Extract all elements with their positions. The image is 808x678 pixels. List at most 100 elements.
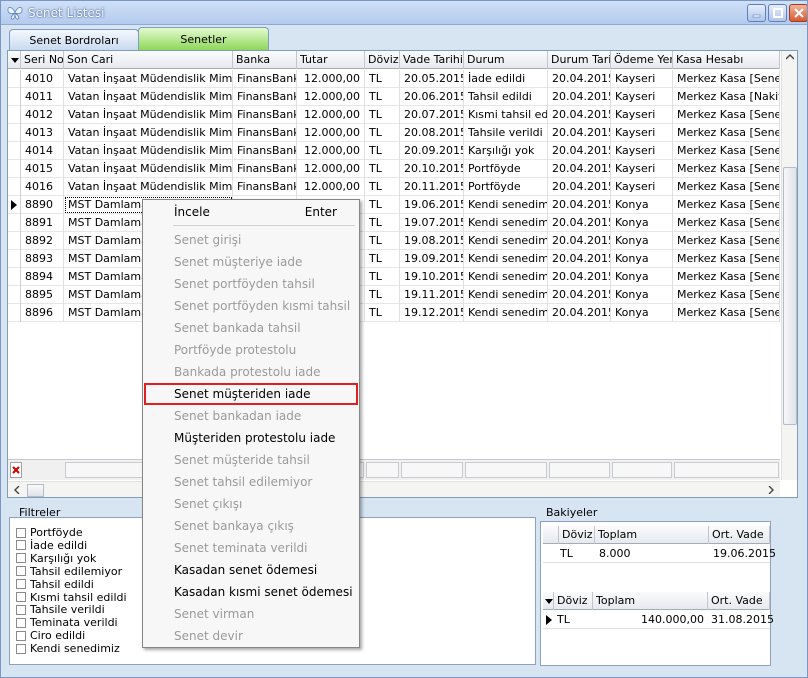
menu-item-6: Senet bankada tahsil — [143, 317, 359, 339]
filter-checkbox[interactable]: Tahsil edildi — [16, 578, 146, 591]
cell-durum-tarih: 20.04.2015 — [548, 142, 611, 160]
col-header-son-cari[interactable]: Son Cari — [64, 51, 233, 69]
col-header-seri-no[interactable]: Seri No — [21, 51, 64, 69]
table-row[interactable]: 8896 MST Damlama TL 19.12.2015 Kendi senedim… — [8, 304, 780, 322]
table-row[interactable]: 4015Vatan İnşaat Müdendislik MimarlıkFin… — [8, 160, 780, 178]
cell-banka: FinansBank — [233, 160, 297, 178]
balances-table2-header: Döviz Toplam Ort. Vade — [543, 592, 770, 610]
bal1-col-ortvade: Ort. Vade — [709, 526, 770, 544]
table-row[interactable]: 4014Vatan İnşaat Müdendislik MimarlıkFin… — [8, 142, 780, 160]
filter-checkbox[interactable]: Portföyde — [16, 526, 146, 539]
tab-senet-bordrolari[interactable]: Senet Bordroları — [9, 29, 139, 50]
checkbox-box[interactable] — [16, 604, 26, 615]
table-row[interactable]: 8895 MST Damlama TL 19.11.2015 Kendi senedim… — [8, 286, 780, 304]
cell-son-cari: Vatan İnşaat Müdendislik Mimarlık — [64, 178, 233, 196]
menu-item-9[interactable]: Senet müşteriden iade — [144, 383, 358, 405]
tab-senetler[interactable]: Senetler — [138, 27, 269, 50]
cell-durum: Kendi senedimiz — [464, 196, 548, 214]
table-row[interactable]: 4010Vatan İnşaat Müdendislik MimarlıkFin… — [8, 70, 780, 88]
cell-durum: Portföyde — [464, 160, 548, 178]
cell-seri-no: 8893 — [21, 250, 64, 268]
cell-durum-tarih: 20.04.2015 — [548, 304, 611, 322]
menu-item-1[interactable]: İncele Enter — [143, 201, 359, 223]
cell-kasa-hesabi: Merkez Kasa [Senet] — [673, 106, 780, 124]
scroll-up-icon[interactable] — [786, 54, 794, 60]
filter-checkbox[interactable]: Karşılığı yok — [16, 552, 146, 565]
col-header-doviz[interactable]: Döviz — [365, 51, 400, 69]
cell-odeme-yeri: Kayseri — [611, 124, 673, 142]
maximize-button[interactable] — [768, 4, 787, 22]
column-chooser-icon[interactable] — [545, 599, 553, 604]
horizontal-scrollbar[interactable] — [8, 481, 780, 497]
col-header-durum-tarih[interactable]: Durum Tarih — [548, 51, 611, 69]
senet-grid[interactable]: Seri No Son Cari Banka Tutar Döviz Vade Tarih… — [7, 50, 798, 498]
cell-vade-tarihi: 19.11.2015 — [400, 286, 464, 304]
cell-seri-no: 4010 — [21, 70, 64, 88]
cell-vade-tarihi: 20.10.2015 — [400, 160, 464, 178]
vertical-scrollbar[interactable] — [781, 51, 797, 480]
window-title: Senet Listesi — [28, 6, 105, 20]
table-row[interactable]: 8892 MST Damlama TL 19.08.2015 Kendi senedim… — [8, 232, 780, 250]
bal2-row: TL 140.000,00 31.08.2015 — [543, 611, 774, 629]
cell-tutar: 12.000,00 — [297, 178, 365, 196]
col-header-tutar[interactable]: Tutar — [297, 51, 365, 69]
checkbox-box[interactable] — [16, 630, 26, 641]
column-chooser-button[interactable] — [8, 51, 21, 69]
cell-durum-tarih: 20.04.2015 — [548, 70, 611, 88]
table-row[interactable]: 8894 MST Damlama TL 19.10.2015 Kendi senedim… — [8, 268, 780, 286]
table-row[interactable]: 8893 MST Damlama TL 19.09.2015 Kendi senedim… — [8, 250, 780, 268]
table-row[interactable]: 4012Vatan İnşaat Müdendislik MimarlıkFin… — [8, 106, 780, 124]
cell-odeme-yeri: Konya — [611, 196, 673, 214]
menu-item-label: Senet müşteride tahsil — [174, 453, 310, 467]
col-header-vade-tarihi[interactable]: Vade Tarihi — [400, 51, 464, 69]
col-header-banka[interactable]: Banka — [233, 51, 297, 69]
filter-checkbox[interactable]: Tahsile verildi — [16, 603, 146, 616]
table-row[interactable]: 4016Vatan İnşaat Müdendislik MimarlıkFin… — [8, 178, 780, 196]
menu-item-label: Senet bankadan iade — [174, 409, 302, 423]
checkbox-box[interactable] — [16, 566, 26, 577]
horizontal-scroll-thumb[interactable] — [27, 484, 44, 497]
cell-kasa-hesabi: Merkez Kasa [Senet] — [673, 214, 780, 232]
col-header-durum[interactable]: Durum — [464, 51, 548, 69]
vertical-scroll-thumb[interactable] — [783, 167, 797, 425]
checkbox-box[interactable] — [16, 579, 26, 590]
table-row[interactable]: 4013Vatan İnşaat Müdendislik MimarlıkFin… — [8, 124, 780, 142]
cell-seri-no: 8896 — [21, 304, 64, 322]
bal1-row: TL 8.000 19.06.2015 — [543, 545, 776, 563]
menu-item-label: Senet çıkışı — [174, 497, 243, 511]
checkbox-box[interactable] — [16, 527, 26, 538]
scroll-left-icon[interactable] — [14, 486, 20, 494]
filter-checkbox[interactable]: Kendi senedimiz — [16, 642, 146, 655]
menu-item-18[interactable]: Kasadan kısmi senet ödemesi — [143, 581, 359, 603]
checkbox-box[interactable] — [16, 540, 26, 551]
minimize-button[interactable] — [747, 4, 766, 22]
table-row[interactable]: 4011Vatan İnşaat Müdendislik MimarlıkFin… — [8, 88, 780, 106]
table-row[interactable]: 8891 MST Damlama TL 19.07.2015 Kendi senedim… — [8, 214, 780, 232]
filter-checkbox[interactable]: Tahsil edilemiyor — [16, 565, 146, 578]
col-header-kasa-hesabi[interactable]: Kasa Hesabı — [673, 51, 780, 69]
filter-checkbox[interactable]: Teminata verildi — [16, 616, 146, 629]
checkbox-box[interactable] — [16, 643, 26, 654]
filter-checkbox[interactable]: Kısmi tahsil edildi — [16, 591, 146, 604]
cell-tutar: 12.000,00 — [297, 106, 365, 124]
filter-checkbox[interactable]: İade edildi — [16, 539, 146, 552]
close-button[interactable] — [789, 4, 807, 22]
current-row-icon — [11, 200, 17, 210]
cell-vade-tarihi: 20.09.2015 — [400, 142, 464, 160]
cell-doviz: TL — [365, 214, 400, 232]
bal2-ortvade: 31.08.2015 — [711, 613, 774, 626]
cell-vade-tarihi: 20.08.2015 — [400, 124, 464, 142]
menu-item-11[interactable]: Müşteriden protestolu iade — [143, 427, 359, 449]
menu-item-17[interactable]: Kasadan senet ödemesi — [143, 559, 359, 581]
checkbox-box[interactable] — [16, 553, 26, 564]
checkbox-box[interactable] — [16, 592, 26, 602]
row-indicator — [8, 268, 21, 286]
checkbox-box[interactable] — [16, 617, 26, 628]
filter-checkbox[interactable]: Ciro edildi — [16, 629, 146, 642]
col-header-odeme-yeri[interactable]: Ödeme Yeri — [611, 51, 673, 69]
cell-durum: Kendi senedimiz — [464, 286, 548, 304]
cell-tutar: 12.000,00 — [297, 124, 365, 142]
menu-item-13: Senet tahsil edilemiyor — [143, 471, 359, 493]
table-row[interactable]: 8890 MST Damlama TL 19.06.2015 Kendi senedim… — [8, 196, 780, 214]
scroll-right-icon[interactable] — [768, 486, 774, 494]
